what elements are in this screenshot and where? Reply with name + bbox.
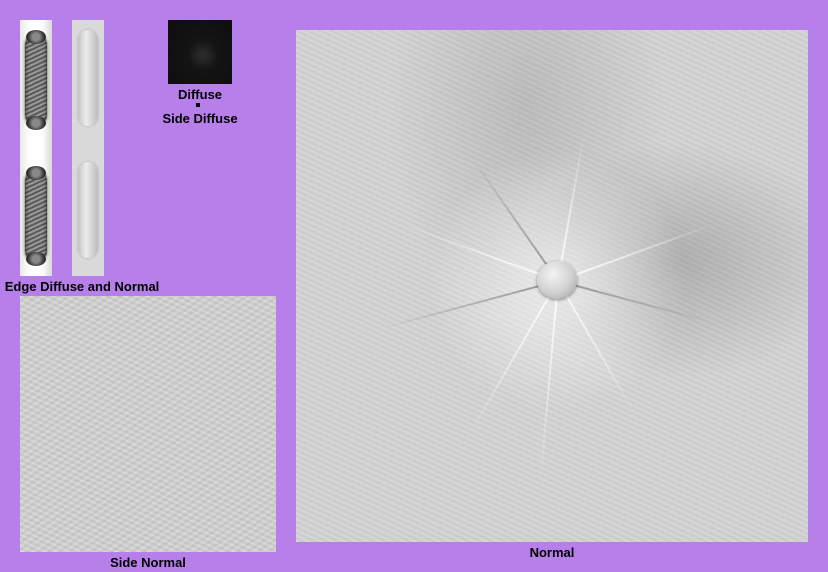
tufting-button [537, 261, 577, 299]
diffuse-label: Diffuse [177, 87, 223, 102]
separator-dot [196, 103, 200, 107]
side-diffuse-label: Side Diffuse [162, 111, 238, 126]
crease [557, 280, 713, 324]
side-normal-texture [20, 296, 276, 552]
crease [557, 280, 639, 421]
crease [539, 280, 559, 481]
bolster-shape-top [25, 30, 47, 130]
crease [557, 133, 586, 282]
crease [557, 221, 719, 282]
normal-label: Normal [529, 545, 575, 560]
bolster-normal-top [78, 30, 98, 126]
side-normal-label: Side Normal [110, 555, 186, 570]
crease [397, 221, 559, 282]
normal-texture [296, 30, 808, 542]
edge-diffuse-texture [20, 20, 52, 276]
edge-diffuse-and-normal-label: Edge Diffuse and Normal [4, 279, 160, 294]
bolster-normal-bottom [78, 162, 98, 258]
edge-normal-texture [72, 20, 104, 276]
bolster-shape-bottom [25, 166, 47, 266]
diffuse-texture [168, 20, 232, 84]
